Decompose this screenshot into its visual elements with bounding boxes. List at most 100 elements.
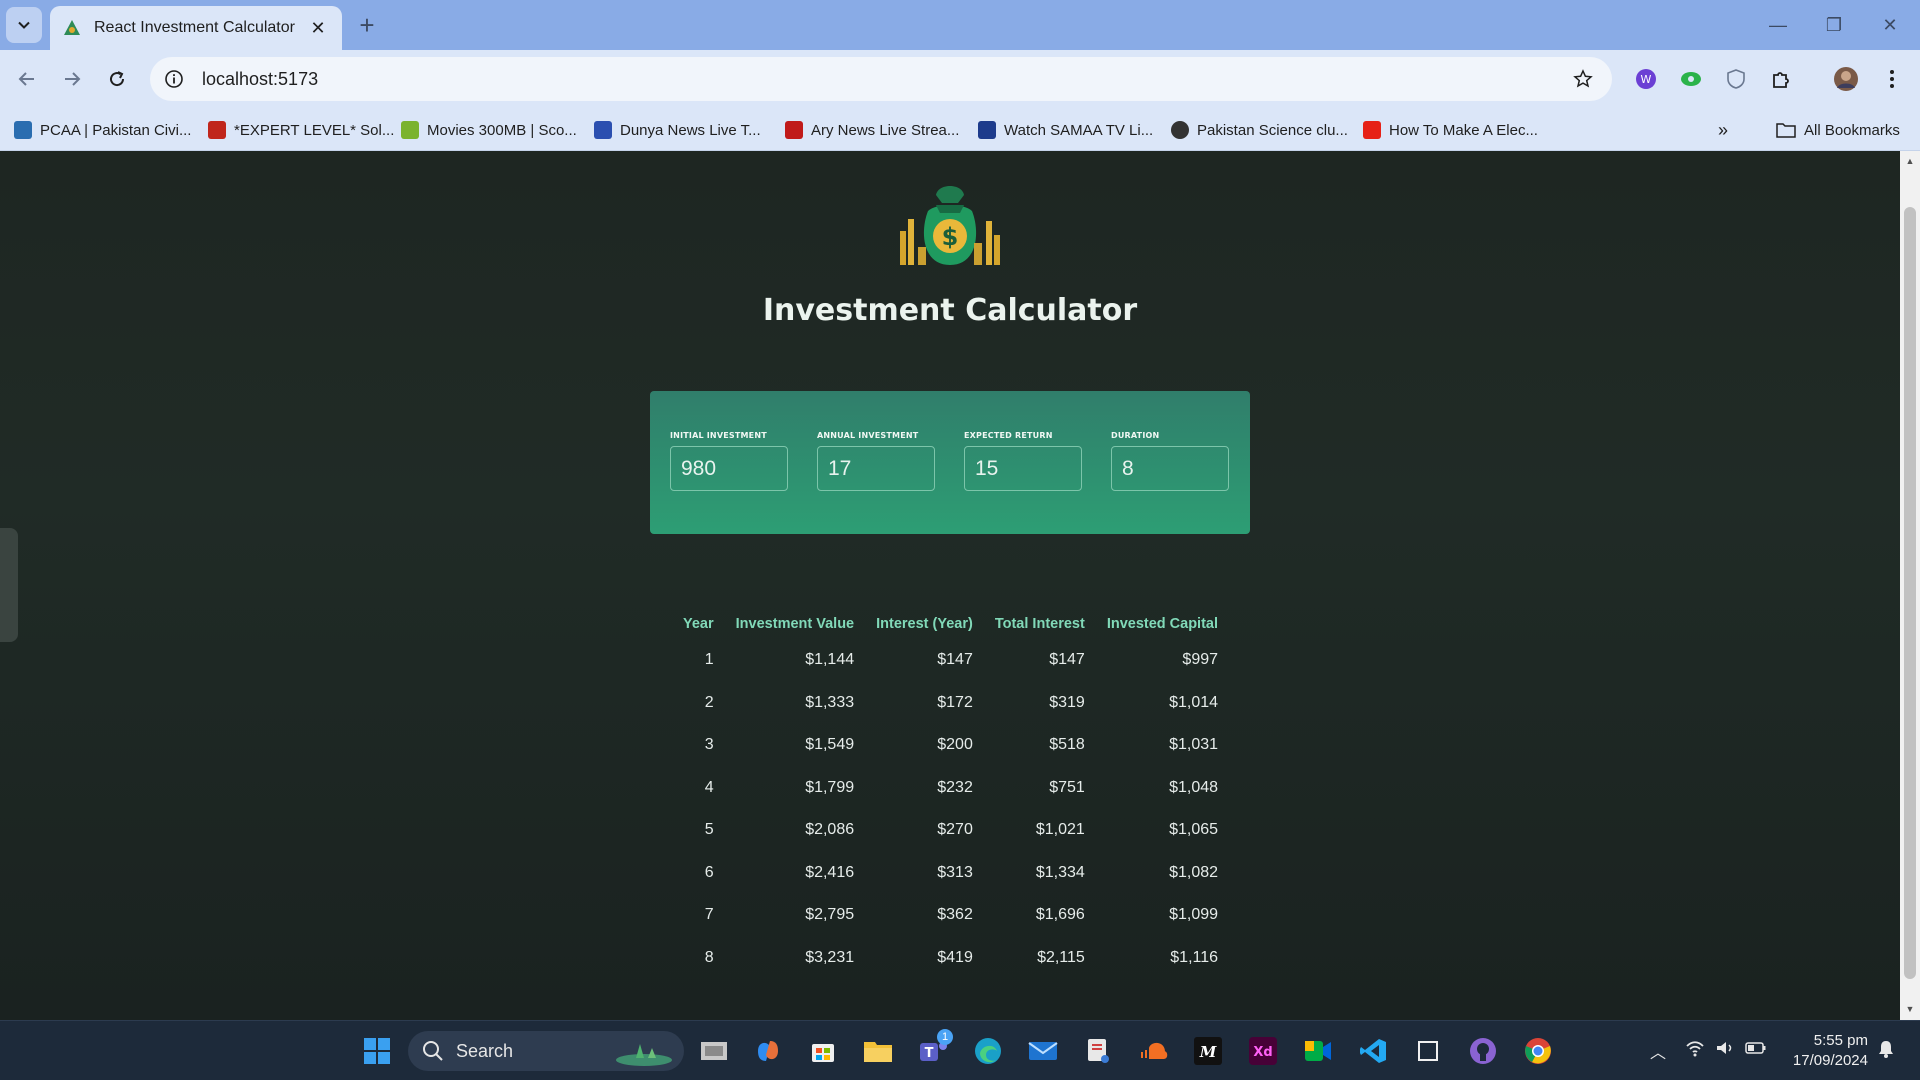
column-header-year: Year bbox=[683, 616, 714, 632]
restore-window-button[interactable]: ❐ bbox=[1814, 8, 1854, 42]
browser-menu-icon[interactable] bbox=[1878, 65, 1906, 93]
table-header-row: Year Investment Value Interest (Year) To… bbox=[672, 609, 1229, 639]
bookmark-item[interactable]: Movies 300MB | Sco... bbox=[401, 118, 577, 142]
task-view-icon[interactable] bbox=[698, 1035, 730, 1067]
windows-start-icon[interactable] bbox=[361, 1035, 393, 1067]
copilot-icon[interactable] bbox=[752, 1035, 784, 1067]
snipping-tool-icon[interactable] bbox=[1082, 1035, 1114, 1067]
scrollbar-thumb[interactable] bbox=[1904, 207, 1916, 979]
page-scrollbar[interactable]: ▲ ▼ bbox=[1900, 151, 1920, 1020]
annual-investment-label: ANNUAL INVESTMENT bbox=[817, 431, 919, 440]
expected-return-field: EXPECTED RETURN 15 bbox=[964, 431, 1082, 491]
taskbar-search-box[interactable]: Search bbox=[408, 1031, 684, 1071]
scroll-up-arrow-icon[interactable]: ▲ bbox=[1904, 155, 1916, 167]
bookmark-item[interactable]: How To Make A Elec... bbox=[1363, 118, 1538, 142]
bookmark-item[interactable]: Pakistan Science clu... bbox=[1171, 118, 1348, 142]
app-favicon-icon bbox=[64, 20, 80, 35]
more-bookmarks-chevron-icon[interactable]: » bbox=[1718, 118, 1728, 142]
cell-investment-value: $2,795 bbox=[805, 906, 855, 924]
vscode-icon[interactable] bbox=[1357, 1035, 1389, 1067]
bookmark-item[interactable]: Dunya News Live T... bbox=[594, 118, 761, 142]
wifi-icon[interactable] bbox=[1685, 1039, 1705, 1062]
annual-investment-input[interactable]: 17 bbox=[817, 446, 935, 491]
edge-browser-icon[interactable] bbox=[972, 1035, 1004, 1067]
chevron-down-icon bbox=[18, 21, 30, 29]
arrow-left-icon bbox=[18, 72, 34, 86]
bookmark-favicon-icon bbox=[1171, 121, 1189, 139]
duration-label: DURATION bbox=[1111, 431, 1160, 440]
cell-total-interest: $2,115 bbox=[1037, 948, 1085, 966]
profile-avatar[interactable] bbox=[1832, 65, 1860, 93]
new-tab-button[interactable]: + bbox=[352, 10, 382, 40]
cell-interest-year: $172 bbox=[937, 693, 973, 711]
all-bookmarks-button[interactable]: All Bookmarks bbox=[1776, 118, 1900, 142]
taskbar-clock[interactable]: 5:55 pm 17/09/2024 bbox=[1778, 1031, 1868, 1071]
search-label: Search bbox=[456, 1040, 514, 1061]
bookmark-favicon-icon bbox=[785, 121, 803, 139]
bookmark-star-icon[interactable] bbox=[1566, 62, 1600, 96]
extension-purple-icon[interactable]: W bbox=[1632, 65, 1660, 93]
table-row: 2 $1,333 $172 $319 $1,014 bbox=[672, 682, 1229, 725]
forward-button[interactable] bbox=[55, 62, 89, 96]
extension-green-eye-icon[interactable] bbox=[1677, 65, 1705, 93]
tab-search-button[interactable] bbox=[6, 7, 42, 43]
extension-shield-icon[interactable] bbox=[1722, 65, 1750, 93]
google-meet-icon[interactable] bbox=[1302, 1035, 1334, 1067]
chrome-icon[interactable] bbox=[1522, 1035, 1554, 1067]
soundcloud-icon[interactable] bbox=[1137, 1035, 1169, 1067]
bookmark-item[interactable]: Watch SAMAA TV Li... bbox=[978, 118, 1153, 142]
initial-investment-input[interactable]: 980 bbox=[670, 446, 788, 491]
site-info-icon[interactable] bbox=[160, 65, 188, 93]
reload-button[interactable] bbox=[100, 62, 134, 96]
svg-text:T: T bbox=[925, 1046, 934, 1061]
cell-investment-value: $1,549 bbox=[805, 736, 855, 754]
cell-total-interest: $1,021 bbox=[1035, 821, 1085, 839]
extensions-puzzle-icon[interactable] bbox=[1767, 65, 1795, 93]
close-window-button[interactable]: ✕ bbox=[1870, 8, 1910, 42]
file-explorer-icon[interactable] bbox=[862, 1035, 894, 1067]
cell-interest-year: $147 bbox=[937, 651, 973, 669]
cell-total-interest: $147 bbox=[1049, 651, 1085, 669]
bookmark-favicon-icon bbox=[1363, 121, 1381, 139]
expected-return-input[interactable]: 15 bbox=[964, 446, 1082, 491]
cell-interest-year: $313 bbox=[937, 863, 973, 881]
square-app-icon[interactable] bbox=[1412, 1035, 1444, 1067]
initial-investment-label: INITIAL INVESTMENT bbox=[670, 431, 767, 440]
teams-icon[interactable]: T 1 bbox=[917, 1029, 953, 1067]
initial-investment-field: INITIAL INVESTMENT 980 bbox=[670, 431, 788, 491]
active-tab[interactable]: React Investment Calculator ✕ bbox=[50, 6, 342, 50]
close-tab-icon[interactable]: ✕ bbox=[306, 16, 330, 40]
address-bar[interactable]: localhost:5173 bbox=[150, 57, 1612, 101]
bookmark-item[interactable]: PCAA | Pakistan Civi... bbox=[14, 118, 191, 142]
github-desktop-icon[interactable] bbox=[1467, 1035, 1499, 1067]
mail-icon[interactable] bbox=[1027, 1035, 1059, 1067]
adobe-xd-icon[interactable]: Xd bbox=[1247, 1035, 1279, 1067]
svg-text:M: M bbox=[1199, 1043, 1217, 1061]
battery-icon[interactable] bbox=[1745, 1039, 1767, 1062]
bookmark-item[interactable]: Ary News Live Strea... bbox=[785, 118, 959, 142]
cell-investment-value: $1,799 bbox=[805, 778, 855, 796]
show-hidden-icons-chevron-icon[interactable]: ︿ bbox=[1650, 1039, 1666, 1063]
investment-input-group: INITIAL INVESTMENT 980 ANNUAL INVESTMENT… bbox=[650, 391, 1250, 534]
windows-taskbar: Search T 1 M Xd ︿ 5:55 pm 17/09/2024 bbox=[0, 1020, 1920, 1080]
search-icon bbox=[423, 1041, 443, 1061]
bookmark-item[interactable]: *EXPERT LEVEL* Sol... bbox=[208, 118, 394, 142]
duration-input[interactable]: 8 bbox=[1111, 446, 1229, 491]
minimize-window-button[interactable]: — bbox=[1758, 8, 1798, 42]
bookmark-favicon-icon bbox=[978, 121, 996, 139]
volume-icon[interactable] bbox=[1715, 1039, 1735, 1062]
notifications-bell-icon[interactable] bbox=[1876, 1039, 1896, 1064]
column-header-invested-capital: Invested Capital bbox=[1106, 616, 1219, 632]
reload-icon bbox=[110, 71, 125, 87]
back-button[interactable] bbox=[10, 62, 44, 96]
side-panel-handle[interactable] bbox=[0, 528, 18, 642]
medium-app-icon[interactable]: M bbox=[1192, 1035, 1224, 1067]
table-row: 4 $1,799 $232 $751 $1,048 bbox=[672, 767, 1229, 810]
scroll-down-arrow-icon[interactable]: ▼ bbox=[1904, 1003, 1916, 1015]
cell-investment-value: $1,144 bbox=[805, 651, 855, 669]
svg-text:W: W bbox=[1641, 73, 1652, 86]
cell-investment-value: $2,086 bbox=[805, 821, 855, 839]
cell-interest-year: $362 bbox=[937, 906, 973, 924]
microsoft-store-icon[interactable] bbox=[807, 1035, 839, 1067]
cell-total-interest: $1,696 bbox=[1035, 906, 1085, 924]
